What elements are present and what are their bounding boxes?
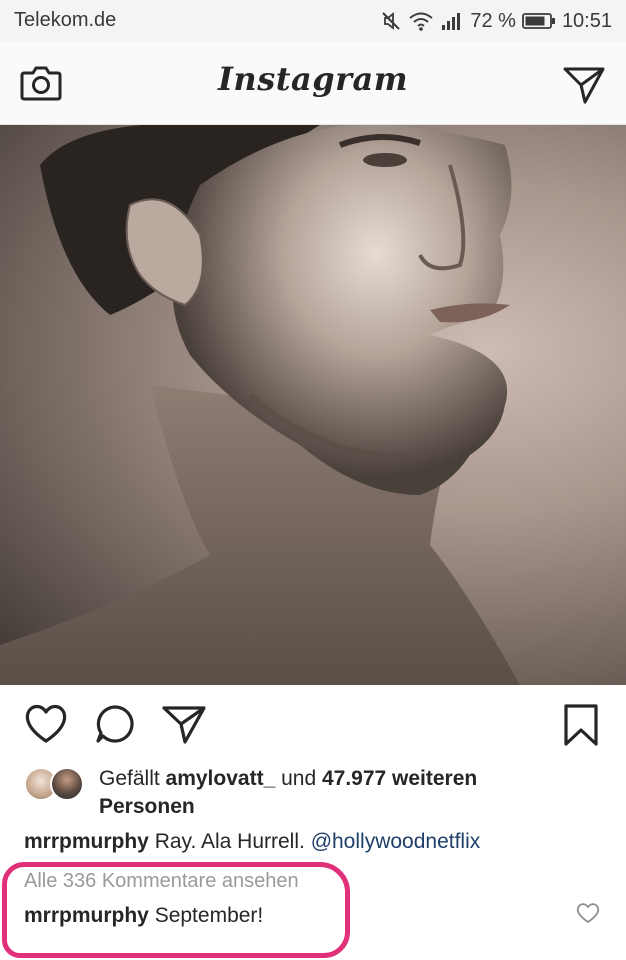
comment-icon[interactable] xyxy=(94,703,136,745)
clock: 10:51 xyxy=(561,9,612,32)
signal-icon xyxy=(442,13,461,30)
app-title: Instagram xyxy=(217,60,409,98)
comment-text: September! xyxy=(148,904,264,927)
battery-icon xyxy=(522,13,555,29)
battery-percent: 72 % xyxy=(470,9,516,32)
heart-icon[interactable] xyxy=(24,703,68,745)
status-bar: Telekom.de 72 % 10:51 xyxy=(0,0,626,42)
post-actions xyxy=(0,695,626,755)
bookmark-icon[interactable] xyxy=(563,703,599,747)
view-all-comments-link[interactable]: Alle 336 Kommentare ansehen xyxy=(24,870,299,893)
likes-middle: und xyxy=(275,767,322,790)
caption-mention[interactable]: @hollywoodnetflix xyxy=(311,830,481,853)
likes-count[interactable]: 47.977 weiteren xyxy=(322,767,477,790)
app-header: Instagram xyxy=(0,42,626,125)
likes-suffix[interactable]: Personen xyxy=(99,795,195,818)
post-image[interactable] xyxy=(0,125,626,685)
avatar[interactable] xyxy=(50,767,84,801)
liker-avatars xyxy=(24,767,86,801)
wifi-icon xyxy=(409,12,433,31)
portrait-illustration xyxy=(0,125,520,685)
comment-username[interactable]: mrrpmurphy xyxy=(24,904,149,927)
post-caption: mrrpmurphy Ray. Ala Hurrell. @hollywoodn… xyxy=(24,828,480,856)
likes-text: Gefällt amylovatt_ und 47.977 weiteren P… xyxy=(99,765,599,821)
status-icons: 72 % 10:51 xyxy=(380,9,612,33)
carrier-name: Telekom.de xyxy=(14,9,117,31)
caption-username[interactable]: mrrpmurphy xyxy=(24,830,149,853)
liker-username[interactable]: amylovatt_ xyxy=(166,767,276,790)
share-icon[interactable] xyxy=(162,705,206,745)
direct-message-icon[interactable] xyxy=(563,66,605,104)
caption-text: Ray. Ala Hurrell. xyxy=(148,830,311,853)
mute-icon xyxy=(382,12,401,30)
comment-like-heart-icon[interactable] xyxy=(576,902,600,924)
comment-row: mrrpmurphy September! xyxy=(24,902,263,930)
likes-prefix: Gefällt xyxy=(99,767,166,790)
